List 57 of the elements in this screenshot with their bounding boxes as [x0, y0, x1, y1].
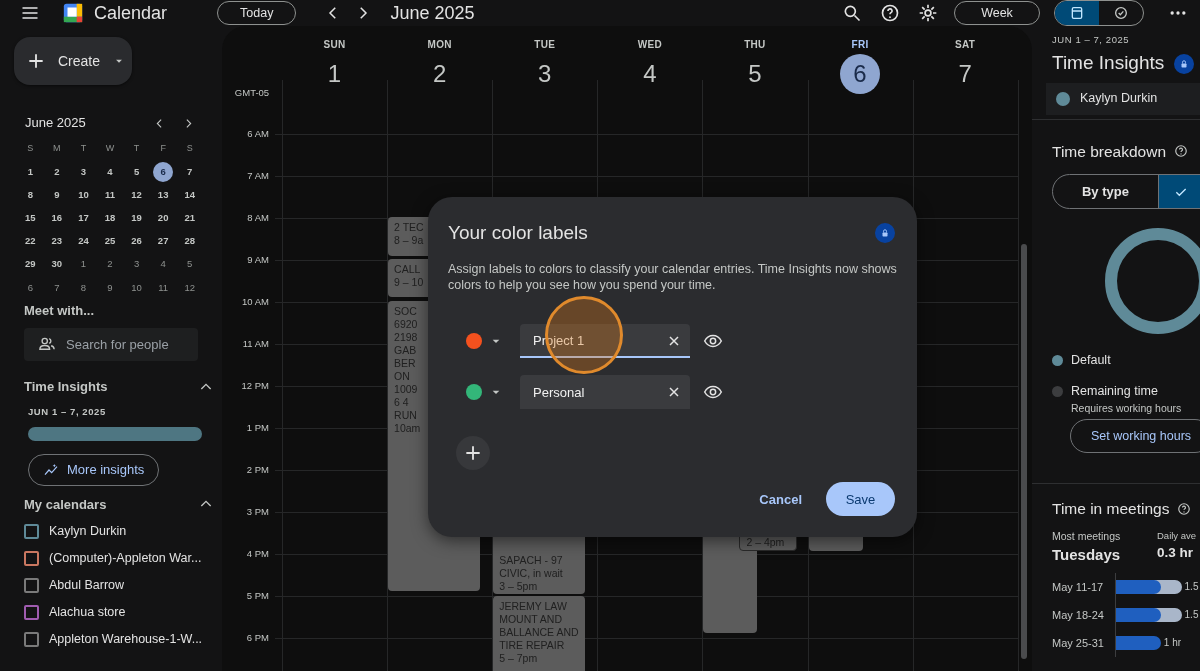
- hour-label: 7 AM: [246, 168, 269, 183]
- week-label: May 25-31: [1052, 635, 1105, 651]
- weekday-label: S: [185, 141, 194, 155]
- hour-label: 10 AM: [241, 294, 269, 309]
- stat-label: Daily ave: [1157, 528, 1198, 543]
- stat-value: Tuesdays: [1052, 545, 1122, 566]
- hour-label: 6 PM: [245, 630, 269, 645]
- weekday-label: SAT: [955, 38, 976, 52]
- weekday-label: T: [132, 141, 141, 155]
- weekday-label: T: [79, 141, 88, 155]
- hour-label: 11 AM: [241, 336, 269, 351]
- hour-label: 1 PM: [245, 420, 269, 435]
- month-title: June 2025: [25, 114, 86, 133]
- weekday-label: TUE: [534, 38, 556, 52]
- hour-label: 4 PM: [245, 546, 269, 561]
- hours-value: 1.5: [1184, 579, 1199, 594]
- hours-value: 1.5: [1184, 607, 1199, 622]
- app-title: Calendar: [94, 1, 168, 25]
- weekday-label: FRI: [851, 38, 869, 52]
- hours-value: 1 hr: [1163, 635, 1182, 650]
- weekday-label: F: [159, 141, 167, 155]
- hour-label: 9 AM: [246, 252, 269, 267]
- hour-label: 12 PM: [240, 378, 269, 393]
- hour-label: 8 AM: [246, 210, 269, 225]
- hour-label: 5 PM: [245, 588, 269, 603]
- section-title: Time breakdown: [1052, 141, 1166, 162]
- section-title: Time Insights: [24, 377, 108, 396]
- legend-label: Remaining time: [1071, 382, 1158, 400]
- event-text: CALL 9 – 10: [394, 263, 424, 289]
- event-text: 2 TEC 8 – 9a: [394, 221, 424, 247]
- weekday-label: WED: [637, 38, 662, 52]
- date-range: JUN 1 – 7, 2025: [28, 405, 107, 420]
- legend-label: Default: [1071, 352, 1111, 369]
- hour-label: 6 AM: [246, 126, 269, 141]
- dialog-title: Your color labels: [448, 221, 588, 245]
- period-title: June 2025: [390, 1, 475, 25]
- section-title: Meet with...: [24, 302, 96, 321]
- weekday-label: S: [26, 141, 35, 155]
- stat-value: 0.3 hr: [1157, 543, 1195, 562]
- weekday-label: W: [104, 141, 116, 155]
- stat-label: Most meetings: [1052, 528, 1122, 544]
- hour-label: 2 PM: [245, 462, 269, 477]
- weekday-label: SUN: [323, 38, 346, 52]
- week-label: May 11-17: [1052, 579, 1105, 595]
- week-label: May 18-24: [1052, 607, 1105, 623]
- weekday-label: M: [52, 141, 62, 155]
- hour-label: 3 PM: [245, 504, 269, 519]
- panel-title: Time Insights: [1052, 51, 1165, 76]
- legend-note: Requires working hours: [1071, 400, 1183, 416]
- section-title: Time in meetings: [1052, 499, 1170, 520]
- timezone-label: GMT-05: [234, 85, 270, 100]
- event-text: JEREMY LAW MOUNT AND BALLANCE AND TIRE REPAIR 5 – 7pm: [499, 600, 579, 665]
- section-title: My calendars: [24, 495, 107, 514]
- dialog-description: Assign labels to colors to classify your calendar entries. Time Insights now shows colors to help you see how you spend your time.: [448, 260, 898, 293]
- weekday-label: MON: [427, 38, 452, 52]
- weekday-label: THU: [744, 38, 766, 52]
- date-range: JUN 1 – 7, 2025: [1052, 33, 1131, 47]
